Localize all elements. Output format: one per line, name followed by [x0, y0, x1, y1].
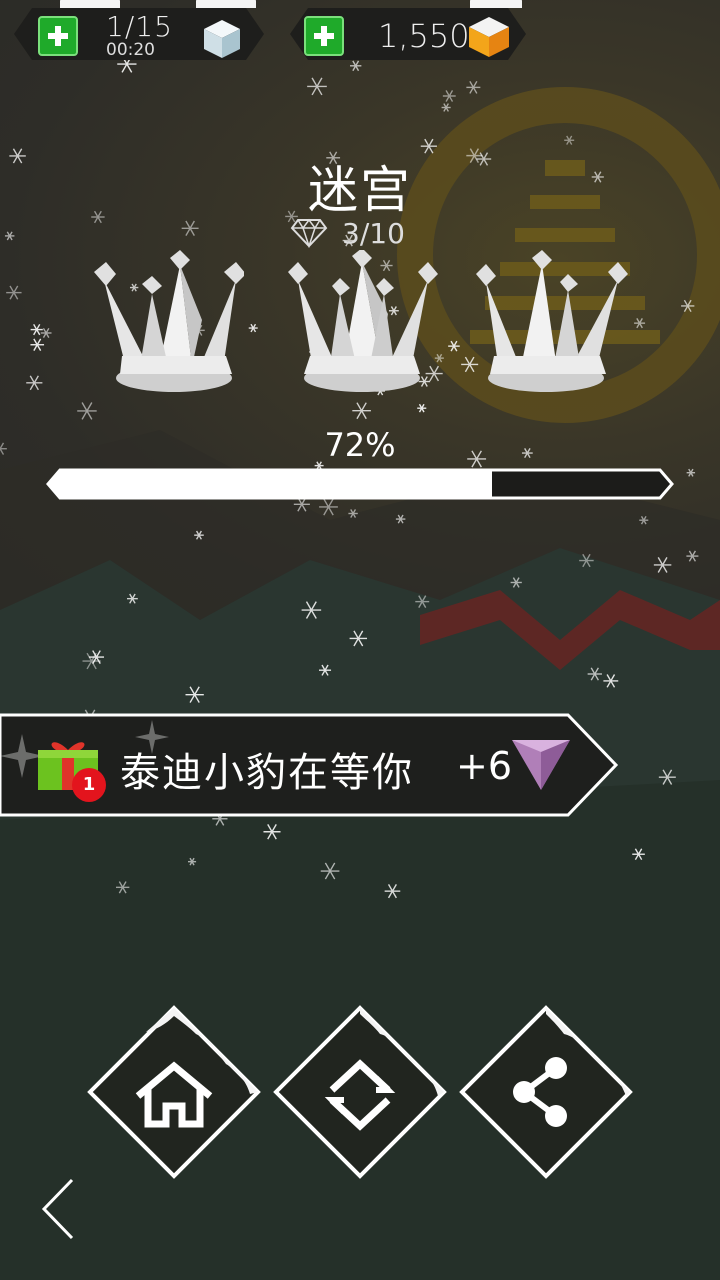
share-button[interactable] — [458, 1004, 634, 1180]
snowflake-icon — [181, 220, 199, 236]
snowflake-icon — [658, 769, 676, 785]
gift-bonus: +6 — [456, 744, 513, 788]
snow-cap — [60, 0, 120, 8]
lives-timer: 00:20 — [106, 40, 155, 60]
crown-icon — [288, 250, 438, 392]
snowflake-icon — [185, 686, 204, 703]
snowflake-icon — [415, 595, 430, 608]
snowflake-icon — [395, 514, 406, 524]
diamond-count: 3/10 — [342, 216, 405, 250]
progress-bar — [46, 468, 674, 500]
game-result-screen: 1/15 00:20 1,550 迷宫 3/10 72% 1 泰迪小豹在等你 +… — [0, 0, 720, 1280]
chevron-left-icon — [41, 1178, 74, 1240]
restart-button[interactable] — [272, 1004, 448, 1180]
snowflake-icon — [127, 593, 138, 604]
snowflake-icon — [587, 667, 602, 681]
snowflake-icon — [441, 103, 451, 112]
snowflake-icon — [318, 664, 332, 676]
snowflake-icon — [320, 862, 340, 880]
progress-fill — [48, 470, 492, 498]
back-button[interactable] — [32, 1176, 82, 1242]
snow-cap — [470, 0, 522, 8]
snowflake-icon — [653, 557, 672, 573]
snowflake-icon — [263, 824, 281, 840]
purple-gem-icon — [512, 740, 570, 790]
snowflake-icon — [187, 857, 197, 866]
gem-cube-icon — [466, 14, 512, 60]
snowflake-icon — [301, 601, 322, 619]
add-lives-button[interactable] — [38, 16, 78, 56]
gems-panel: 1,550 — [290, 8, 526, 60]
snowflake-icon — [632, 848, 645, 861]
progress-percent: 72% — [324, 426, 396, 464]
diamond-icon — [290, 218, 328, 248]
snowflake-icon — [349, 630, 368, 647]
level-title: 迷宫 — [308, 161, 412, 219]
snowflake-icon — [4, 231, 15, 241]
snowflake-icon — [348, 509, 358, 518]
crown-icon — [94, 250, 244, 392]
gift-banner-text: 泰迪小豹在等你 — [120, 750, 414, 796]
add-gems-button[interactable] — [304, 16, 344, 56]
snowflake-icon — [510, 577, 522, 588]
notification-badge: 1 — [72, 768, 106, 802]
snowflake-icon — [466, 80, 481, 94]
snowflake-icon — [579, 553, 594, 568]
snowflake-icon — [384, 884, 401, 899]
snow-cap — [196, 0, 256, 8]
snowflake-icon — [686, 468, 696, 477]
crowns-row — [0, 250, 720, 410]
snowflake-icon — [116, 881, 130, 894]
snowflake-icon — [603, 674, 619, 688]
snowflake-icon — [639, 515, 649, 525]
lives-panel: 1/15 00:20 — [14, 8, 264, 60]
snowflake-icon — [686, 550, 699, 562]
lives-count: 1/15 — [106, 10, 173, 43]
snowflake-icon — [319, 498, 338, 516]
gem-count: 1,550 — [378, 17, 470, 55]
crown-icon — [476, 250, 628, 392]
snowflake-icon — [442, 90, 456, 102]
home-button[interactable] — [86, 1004, 262, 1180]
snowflake-icon — [350, 60, 362, 72]
snowflake-icon — [194, 530, 204, 540]
ice-cube-icon — [200, 16, 244, 60]
snowflake-icon — [564, 135, 575, 145]
diamond-progress: 3/10 — [290, 215, 405, 251]
snowflake-icon — [307, 77, 327, 96]
